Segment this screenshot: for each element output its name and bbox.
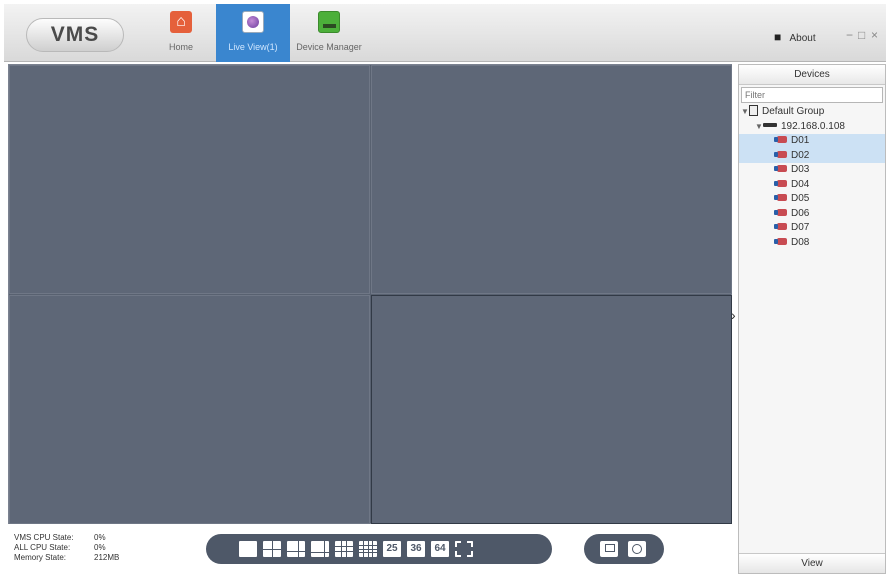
device-ip-label: 192.168.0.108	[781, 120, 845, 132]
camera-icon	[774, 237, 787, 245]
camera-icon	[774, 208, 787, 216]
camera-icon	[774, 179, 787, 187]
minimize-button[interactable]: −	[846, 28, 853, 42]
channel-item[interactable]: D07	[739, 221, 885, 236]
layout-25-button[interactable]: 25	[383, 541, 401, 557]
layout-8-button[interactable]	[311, 541, 329, 557]
vms-cpu-label: VMS CPU State:	[14, 533, 74, 542]
layout-64-button[interactable]: 64	[431, 541, 449, 557]
all-cpu-label: ALL CPU State:	[14, 543, 71, 552]
channel-item[interactable]: D06	[739, 207, 885, 222]
nav-live-view[interactable]: Live View(1)	[216, 4, 290, 62]
channel-item[interactable]: D01	[739, 134, 885, 149]
nav-home[interactable]: Home	[144, 4, 218, 62]
all-cpu-value: 0%	[94, 543, 106, 552]
channel-label: D08	[791, 236, 810, 248]
channel-item[interactable]: D04	[739, 178, 885, 193]
about-icon: ■	[774, 30, 782, 44]
device-tree: ▼ Default Group ▼ 192.168.0.108 D01 D02 D0…	[739, 105, 885, 250]
device-manager-icon	[318, 11, 340, 33]
layout-9-button[interactable]	[335, 541, 353, 557]
nav-home-label: Home	[168, 42, 193, 52]
layout-4-button[interactable]	[263, 541, 281, 557]
video-window-2[interactable]	[371, 65, 732, 294]
group-label: Default Group	[762, 106, 825, 117]
devices-panel-title: Devices	[739, 65, 885, 85]
channel-item[interactable]: D05	[739, 192, 885, 207]
vms-cpu-value: 0%	[94, 533, 106, 542]
camera-icon	[774, 136, 787, 143]
channel-item[interactable]: D03	[739, 163, 885, 178]
device-icon	[763, 122, 777, 127]
nav-device-manager[interactable]: Device Manager	[290, 4, 368, 62]
channel-label: D01	[791, 135, 810, 146]
channel-label: D06	[791, 207, 810, 219]
channel-label: D05	[791, 193, 810, 204]
tree-group[interactable]: ▼ Default Group	[739, 105, 885, 120]
video-window-4[interactable]	[371, 295, 732, 524]
about-label: About	[789, 33, 816, 44]
memory-value: 212MB	[94, 553, 120, 562]
channel-list: D01 D02 D03 D04 D05 D06 D07 D08	[739, 134, 885, 250]
channel-label: D02	[791, 149, 810, 161]
home-icon	[170, 11, 192, 33]
view-button[interactable]: View	[739, 553, 885, 573]
layout-16-button[interactable]	[359, 541, 377, 557]
record-toolbar	[584, 534, 664, 564]
app-logo: VMS	[26, 18, 124, 52]
group-icon	[749, 105, 758, 116]
close-button[interactable]: ×	[871, 28, 878, 42]
camera-icon	[774, 165, 787, 172]
video-window-3[interactable]	[9, 295, 370, 524]
layout-1-button[interactable]	[239, 541, 257, 557]
tree-device[interactable]: ▼ 192.168.0.108	[739, 120, 885, 135]
system-status: VMS CPU State: 0% ALL CPU State: 0% Memory…	[14, 533, 119, 563]
camera-icon	[774, 194, 787, 201]
channel-item[interactable]: D02	[739, 148, 885, 163]
channel-label: D07	[791, 222, 810, 233]
fullscreen-button[interactable]	[455, 541, 473, 557]
memory-label: Memory State:	[14, 553, 67, 562]
nav-live-view-label: Live View(1)	[228, 42, 278, 52]
channel-label: D04	[791, 178, 810, 190]
top-bar: VMS Home Live View(1) Device Manager ■ A…	[4, 4, 886, 62]
channel-label: D03	[791, 164, 810, 175]
live-view-icon	[242, 11, 264, 33]
expand-icon[interactable]: ▼	[755, 120, 763, 135]
layout-toolbar: 25 36 64	[206, 534, 552, 564]
snapshot-button[interactable]	[628, 541, 646, 557]
layout-6-button[interactable]	[287, 541, 305, 557]
about-button[interactable]: ■ About	[774, 30, 816, 44]
devices-panel: Devices ▼ Default Group ▼ 192.168.0.108 …	[738, 64, 886, 574]
video-grid	[8, 64, 732, 524]
maximize-button[interactable]: □	[858, 28, 865, 42]
nav-device-manager-label: Device Manager	[296, 42, 362, 52]
camera-icon	[774, 223, 787, 230]
filter-input[interactable]	[741, 87, 883, 103]
expand-icon[interactable]: ▼	[741, 105, 749, 120]
layout-36-button[interactable]: 36	[407, 541, 425, 557]
channel-item[interactable]: D08	[739, 236, 885, 251]
video-window-1[interactable]	[9, 65, 370, 294]
camera-icon	[774, 150, 787, 158]
save-button[interactable]	[600, 541, 618, 557]
